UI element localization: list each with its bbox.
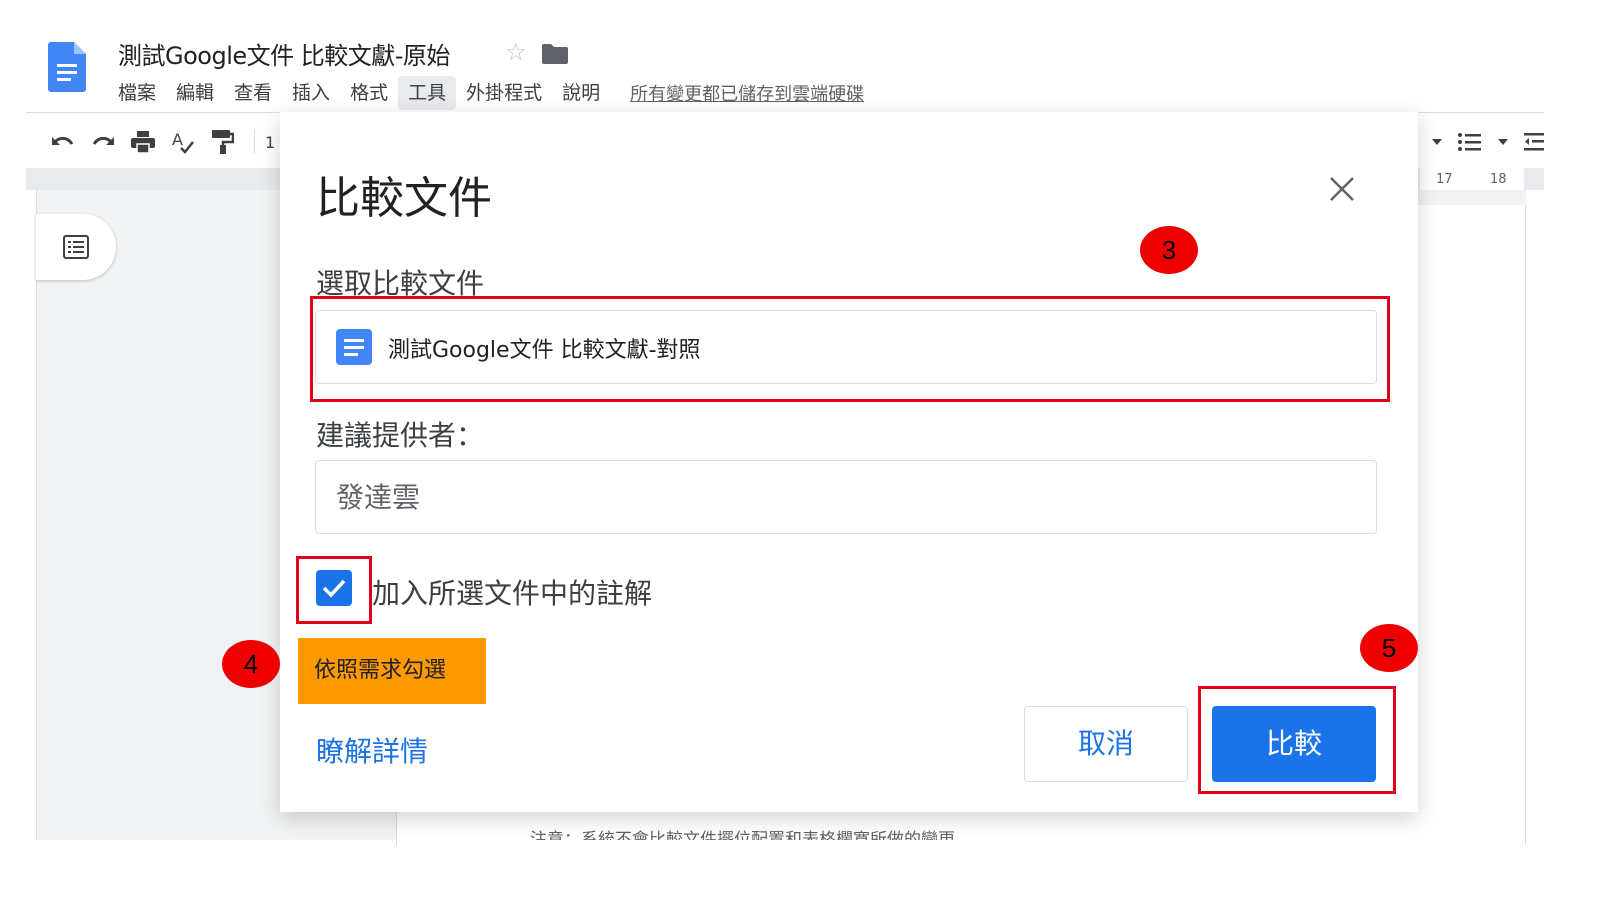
docs-logo-icon[interactable]	[48, 42, 86, 92]
include-comments-label[interactable]: 加入所選文件中的註解	[372, 572, 652, 612]
zoom-select[interactable]: 1	[265, 133, 275, 152]
highlight-box-document	[310, 296, 1390, 402]
dropdown-arrow-icon[interactable]	[1430, 137, 1444, 147]
annotation-note: 依照需求勾選	[298, 638, 486, 704]
svg-text:A: A	[172, 130, 183, 149]
suggester-input[interactable]	[334, 461, 1338, 535]
menu-insert[interactable]: 插入	[282, 76, 340, 110]
suggester-field	[315, 460, 1377, 535]
outline-list-icon	[63, 235, 89, 259]
dialog-title: 比較文件	[316, 173, 492, 224]
close-button[interactable]	[1325, 172, 1359, 206]
menu-bar: 檔案 編輯 查看 插入 格式 工具 外掛程式 說明 所有變更都已儲存到雲端硬碟	[108, 76, 864, 110]
step-badge-3: 3	[1140, 226, 1198, 274]
menu-tools[interactable]: 工具	[398, 76, 457, 110]
spellcheck-icon[interactable]: A	[168, 127, 198, 157]
decrease-indent-icon[interactable]	[1524, 132, 1544, 152]
bulleted-list-icon[interactable]	[1458, 132, 1482, 152]
document-outline-button[interactable]	[36, 214, 116, 280]
menu-addons[interactable]: 外掛程式	[456, 76, 552, 110]
menu-help[interactable]: 說明	[552, 76, 610, 110]
folder-icon[interactable]	[542, 44, 568, 64]
close-icon	[1330, 177, 1354, 201]
toolbar-divider	[254, 130, 255, 154]
menu-view[interactable]: 查看	[224, 76, 282, 110]
learn-more-link[interactable]: 瞭解詳情	[316, 730, 428, 770]
ruler-tick: 17	[1436, 172, 1453, 187]
dropdown-arrow-icon[interactable]	[1496, 137, 1510, 147]
undo-icon[interactable]	[48, 127, 78, 157]
step-badge-4: 4	[222, 640, 280, 688]
paint-format-icon[interactable]	[208, 127, 238, 157]
ruler-visible-section: 17 18	[1420, 168, 1524, 190]
star-icon[interactable]: ☆	[505, 38, 527, 66]
cancel-button[interactable]: 取消	[1024, 706, 1188, 782]
menu-format[interactable]: 格式	[340, 76, 398, 110]
highlight-box-compare	[1198, 686, 1396, 794]
vertical-ruler[interactable]	[26, 190, 37, 840]
save-status-link[interactable]: 所有變更都已儲存到雲端硬碟	[630, 80, 864, 106]
toolbar-right	[1430, 126, 1544, 158]
ruler-tick: 18	[1490, 172, 1507, 187]
menu-file[interactable]: 檔案	[108, 76, 166, 110]
highlight-box-checkbox	[296, 556, 372, 624]
menu-edit[interactable]: 編輯	[166, 76, 224, 110]
redo-icon[interactable]	[88, 127, 118, 157]
step-badge-5: 5	[1360, 624, 1418, 672]
compare-note-text: 注意：系統不會比較文件擺位配置和表格欄寬所做的變更	[530, 830, 955, 840]
document-title[interactable]: 測試Google文件 比較文獻-原始	[118, 36, 450, 71]
print-icon[interactable]	[128, 127, 158, 157]
toolbar: A 1	[48, 126, 275, 158]
suggester-label: 建議提供者：	[316, 419, 485, 452]
